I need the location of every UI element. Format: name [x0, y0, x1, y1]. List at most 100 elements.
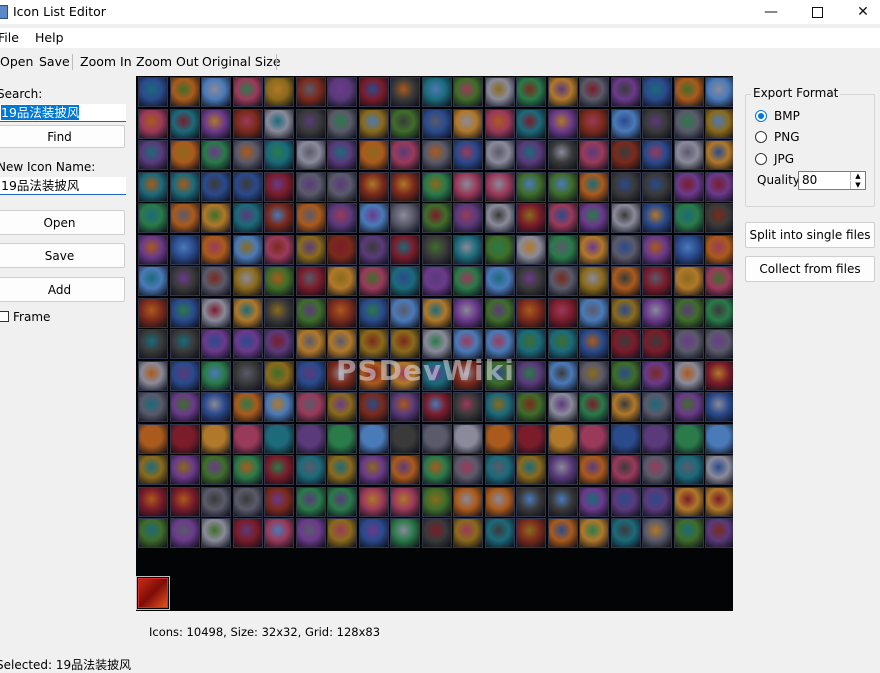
icon-tile[interactable] [547, 77, 578, 107]
icon-tile[interactable] [138, 140, 168, 170]
icon-tile[interactable] [642, 392, 672, 422]
icon-tile[interactable] [295, 297, 326, 328]
icon-tile[interactable] [390, 423, 420, 454]
icon-tile[interactable] [295, 171, 326, 202]
icon-tile[interactable] [264, 423, 294, 454]
icon-tile[interactable] [705, 266, 733, 296]
icon-tile[interactable] [705, 203, 733, 233]
icon-tile[interactable] [358, 203, 389, 233]
icon-tile[interactable] [421, 203, 452, 233]
icon-tile[interactable] [358, 392, 389, 422]
icon-tile[interactable] [484, 392, 515, 422]
icon-tile[interactable] [610, 360, 641, 391]
icon-tile[interactable] [201, 486, 231, 517]
icon-tile[interactable] [421, 234, 452, 265]
icon-tile[interactable] [390, 455, 420, 485]
icon-tile[interactable] [579, 234, 609, 265]
icon-tile[interactable] [547, 392, 578, 422]
icon-tile[interactable] [358, 108, 389, 139]
icon-tile[interactable] [138, 77, 168, 107]
icon-tile[interactable] [484, 266, 515, 296]
icon-tile[interactable] [201, 518, 231, 548]
icon-tile[interactable] [705, 392, 733, 422]
icon-tile[interactable] [264, 140, 294, 170]
icon-tile[interactable] [610, 518, 641, 548]
icon-tile[interactable] [264, 234, 294, 265]
icon-tile[interactable] [390, 203, 420, 233]
icon-tile[interactable] [579, 140, 609, 170]
icon-tile[interactable] [358, 234, 389, 265]
icon-tile[interactable] [264, 518, 294, 548]
icon-tile[interactable] [579, 486, 609, 517]
icon-tile[interactable] [516, 171, 546, 202]
icon-tile[interactable] [327, 518, 357, 548]
icon-tile[interactable] [138, 392, 168, 422]
icon-tile[interactable] [358, 171, 389, 202]
icon-tile[interactable] [705, 140, 733, 170]
icon-tile[interactable] [232, 423, 263, 454]
icon-tile[interactable] [295, 486, 326, 517]
icon-tile[interactable] [327, 297, 357, 328]
icon-tile[interactable] [295, 423, 326, 454]
icon-tile[interactable] [390, 266, 420, 296]
toolbar-save-button[interactable]: Save [39, 54, 70, 69]
icon-tile[interactable] [547, 360, 578, 391]
toolbar-zoom-in-button[interactable]: Zoom In [80, 54, 132, 69]
icon-tile[interactable] [484, 140, 515, 170]
icon-tile[interactable] [327, 423, 357, 454]
icon-tile[interactable] [547, 423, 578, 454]
minimize-button[interactable]: — [748, 0, 794, 24]
icon-tile[interactable] [642, 360, 672, 391]
icon-tile[interactable] [358, 518, 389, 548]
icon-tile[interactable] [484, 108, 515, 139]
icon-tile[interactable] [705, 486, 733, 517]
icon-tile[interactable] [610, 203, 641, 233]
icon-tile[interactable] [327, 140, 357, 170]
icon-tile[interactable] [673, 360, 704, 391]
icon-tile[interactable] [610, 108, 641, 139]
icon-tile[interactable] [264, 266, 294, 296]
icon-tile[interactable] [232, 77, 263, 107]
icon-tile[interactable] [295, 77, 326, 107]
icon-tile[interactable] [169, 360, 200, 391]
quality-stepper[interactable]: 80 ▲ ▼ [798, 171, 866, 190]
icon-tile[interactable] [579, 77, 609, 107]
add-button[interactable]: Add [0, 277, 125, 302]
radio-png[interactable] [755, 131, 767, 143]
icon-tile[interactable] [516, 234, 546, 265]
icon-tile[interactable] [138, 455, 168, 485]
icon-tile[interactable] [610, 486, 641, 517]
icon-tile[interactable] [169, 329, 200, 359]
icon-tile[interactable] [453, 266, 483, 296]
icon-tile[interactable] [610, 140, 641, 170]
save-button[interactable]: Save [0, 243, 125, 268]
icon-tile[interactable] [138, 329, 168, 359]
icon-tile[interactable] [516, 297, 546, 328]
icon-tile[interactable] [642, 486, 672, 517]
icon-tile[interactable] [390, 297, 420, 328]
icon-tile[interactable] [642, 297, 672, 328]
icon-tile[interactable] [673, 486, 704, 517]
icon-tile[interactable] [579, 423, 609, 454]
close-button[interactable]: ✕ [840, 0, 880, 24]
icon-tile[interactable] [453, 455, 483, 485]
icon-tile[interactable] [169, 486, 200, 517]
icon-tile[interactable] [232, 266, 263, 296]
icon-tile[interactable] [169, 266, 200, 296]
icon-tile[interactable] [642, 140, 672, 170]
icon-tile[interactable] [673, 455, 704, 485]
icon-tile[interactable] [169, 171, 200, 202]
icon-tile[interactable] [169, 392, 200, 422]
icon-tile[interactable] [673, 77, 704, 107]
icon-tile[interactable] [642, 234, 672, 265]
spin-up-icon[interactable]: ▲ [850, 172, 865, 180]
icon-tile[interactable] [264, 392, 294, 422]
icon-tile[interactable] [295, 518, 326, 548]
icon-tile[interactable] [138, 518, 168, 548]
icon-tile[interactable] [327, 77, 357, 107]
icon-tile[interactable] [579, 360, 609, 391]
icon-tile[interactable] [201, 329, 231, 359]
icon-tile[interactable] [358, 455, 389, 485]
icon-tile[interactable] [579, 266, 609, 296]
icon-grid[interactable]: PSDevWiki [136, 76, 733, 611]
